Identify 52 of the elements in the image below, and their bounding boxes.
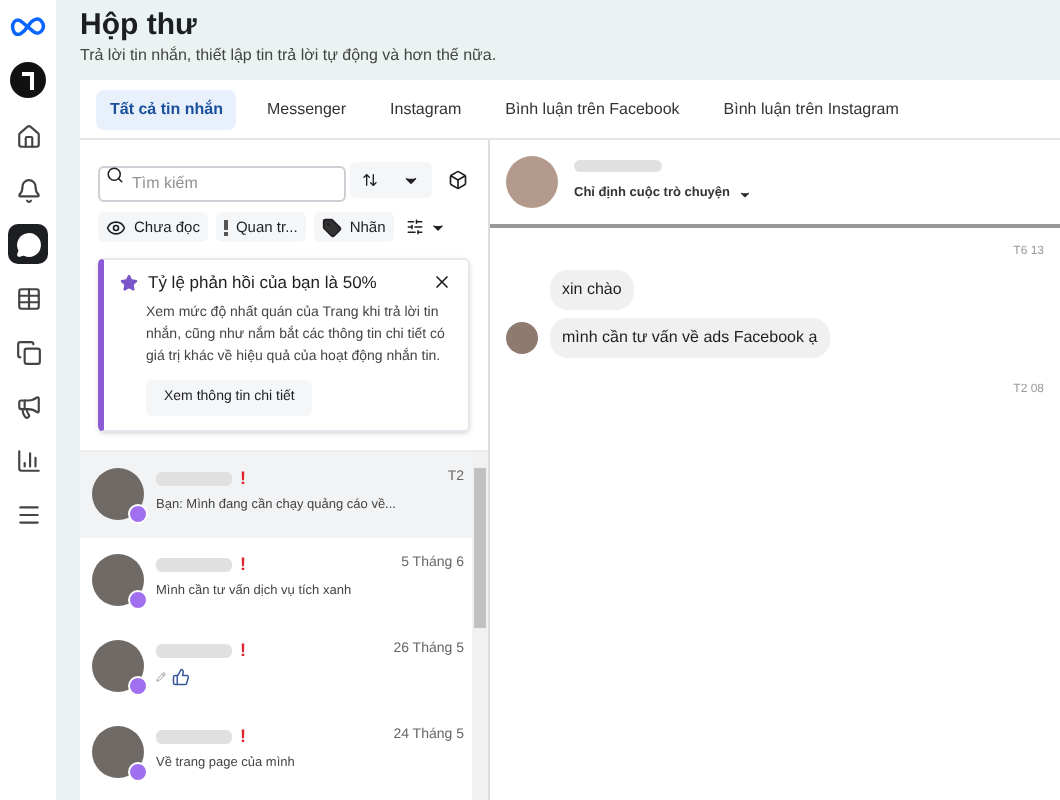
messenger-badge [128,762,148,782]
sort-button[interactable] [350,162,432,198]
tab[interactable]: Bình luận trên Instagram [709,89,913,129]
search-icon [106,165,124,183]
notice-title: Tỷ lệ phản hồi của bạn là 50% [148,270,379,296]
avatar [92,726,144,778]
contact-avatar [506,156,558,208]
messenger-badge [128,676,148,696]
important-mark: ! [240,640,246,661]
cube-icon[interactable] [448,170,468,190]
page-avatar[interactable] [10,62,46,98]
caret-icon [738,187,753,201]
tab[interactable]: Tất cả tin nhắn [96,89,237,129]
important-mark: ! [240,726,246,747]
table-icon [15,285,41,311]
sort-icon [362,172,378,188]
message-bubble: mình cần tư vấn về ads Facebook ạ [550,318,830,358]
avatar [92,554,144,606]
blurred-name [156,729,232,744]
tab[interactable]: Instagram [376,89,476,129]
exclamation-icon [223,219,228,235]
messenger-badge [128,590,148,610]
tab[interactable]: Messenger [252,89,361,129]
eye-icon [106,217,126,237]
page-title: Hộp thư [80,8,199,44]
sliders-icon [405,218,424,236]
important-mark: ! [240,554,246,575]
logo-icon [10,16,46,36]
menu-icon [15,501,41,527]
avatar [92,468,144,520]
search-field[interactable]: Tìm kiếm [98,165,346,201]
bell-icon [15,177,41,203]
blurred-name [156,643,232,658]
avatar [92,640,144,692]
messenger-badge [128,504,148,524]
chat-icon [15,231,41,257]
home-icon [15,123,41,149]
tab[interactable]: Bình luận trên Facebook [491,89,694,129]
blurred-name [574,160,662,173]
message-bubble: xin chào [550,270,634,310]
pages-icon [15,339,41,365]
close-icon[interactable] [432,272,452,293]
tag-icon [321,217,342,237]
bar-chart-icon [15,447,41,473]
sidebar-item[interactable] [8,224,48,264]
star-icon [120,273,138,292]
pencil-icon [156,671,166,681]
thumbs-up-icon [172,667,190,685]
blurred-name [156,557,232,572]
megaphone-icon [15,393,41,419]
important-mark: ! [240,468,246,489]
page-subtitle: Trả lời tin nhắn, thiết lập tin trả lời tự động và hơn thế nữa. [80,44,499,68]
